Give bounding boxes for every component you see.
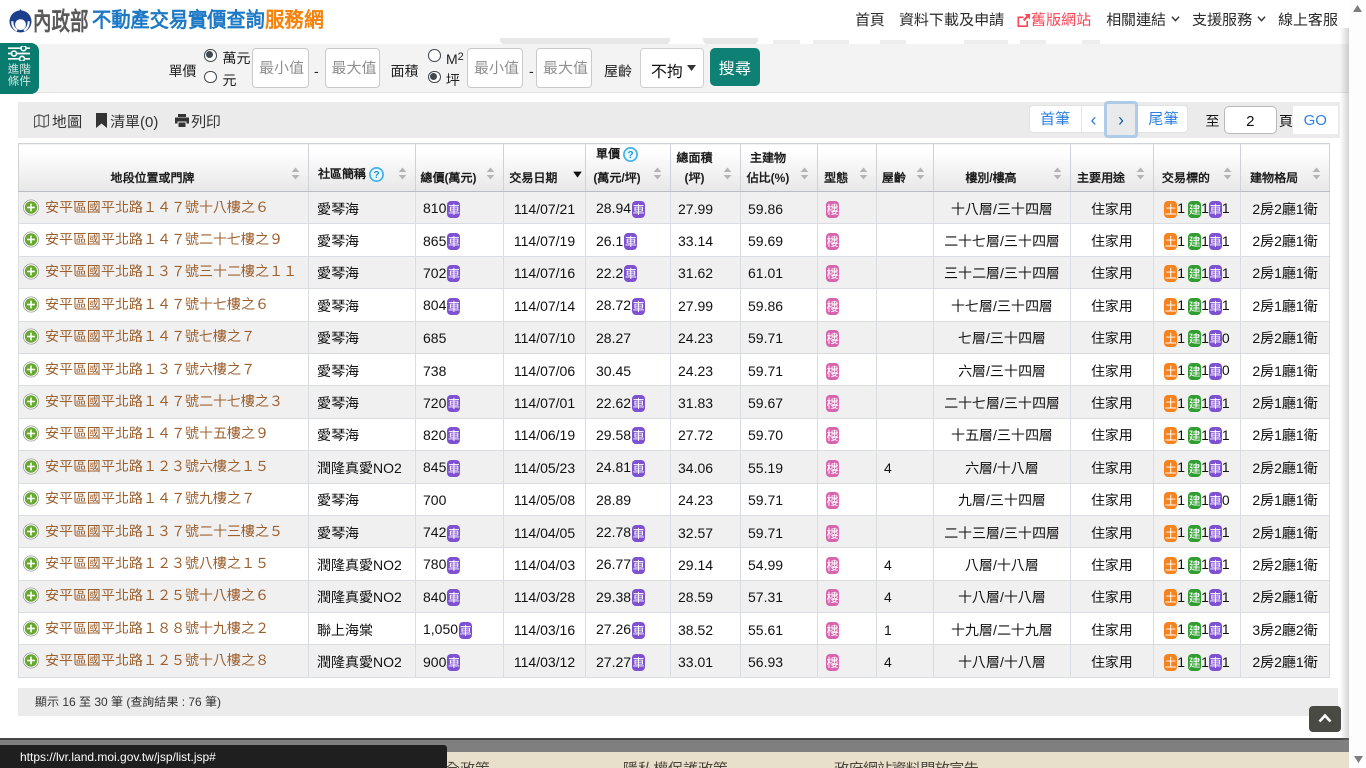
svg-text:?: ? — [627, 150, 633, 161]
svg-text:?: ? — [373, 170, 379, 181]
